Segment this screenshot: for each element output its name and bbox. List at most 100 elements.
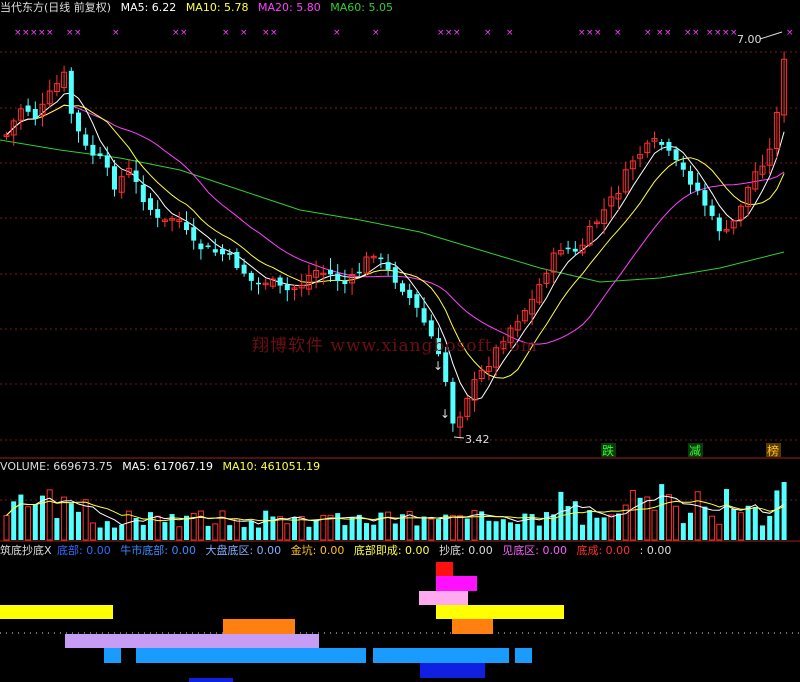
candle <box>593 219 600 229</box>
volume-bar <box>342 525 348 540</box>
volume-bar <box>587 510 593 540</box>
candle <box>363 251 370 276</box>
svg-text:×: × <box>262 28 270 38</box>
volume-bar <box>162 522 168 540</box>
volume-bar <box>515 524 521 540</box>
candle <box>759 154 766 179</box>
volume-bar <box>233 518 240 541</box>
volume-bar <box>745 505 751 540</box>
svg-text:×: × <box>240 28 248 38</box>
svg-text:×: × <box>30 28 38 38</box>
volume-bar <box>176 526 183 541</box>
candle <box>485 356 492 381</box>
candle <box>688 165 693 195</box>
candle <box>579 238 586 256</box>
svg-text:×: × <box>614 28 622 38</box>
volume-bar <box>263 510 269 540</box>
candle <box>112 159 117 197</box>
candle <box>565 240 571 254</box>
candle <box>766 138 773 175</box>
svg-text:×: × <box>594 28 602 38</box>
candle <box>356 262 362 277</box>
candle <box>457 411 464 439</box>
candle <box>328 258 333 282</box>
candle <box>305 264 312 296</box>
svg-text:×: × <box>656 28 664 38</box>
svg-text:×: × <box>586 28 594 38</box>
volume-bar <box>572 501 578 540</box>
candle <box>39 92 46 127</box>
volume-bar <box>104 521 110 540</box>
volume-bar <box>500 519 506 540</box>
candle <box>385 254 391 276</box>
volume-bar <box>54 518 60 540</box>
block-yellow-left <box>0 605 113 619</box>
svg-text:×: × <box>644 28 652 38</box>
candle <box>198 239 204 260</box>
volume-bar <box>673 505 680 541</box>
volume-bar <box>688 512 693 540</box>
volume-bar <box>371 524 377 540</box>
svg-text:×: × <box>714 28 722 38</box>
block-magenta <box>436 576 477 591</box>
svg-text:×: × <box>333 28 341 38</box>
volume-bar <box>46 489 53 541</box>
volume-bar <box>724 489 729 540</box>
volume-bar <box>486 520 492 540</box>
volume-bar <box>616 513 621 540</box>
volume-bar <box>414 525 420 540</box>
volume-bar <box>32 504 38 540</box>
candle <box>414 291 420 318</box>
candle <box>730 218 737 235</box>
svg-text:×: × <box>722 28 730 38</box>
volume-bar <box>112 527 117 540</box>
volume-bar <box>651 509 658 541</box>
candle <box>622 161 629 195</box>
volume-bar <box>306 526 312 540</box>
candle <box>659 139 665 151</box>
volume-bar <box>731 508 737 540</box>
volume-bar <box>659 484 665 540</box>
svg-text:×: × <box>692 28 700 38</box>
volume-bar <box>580 524 585 540</box>
block-blue-4 <box>515 648 532 663</box>
svg-text:×: × <box>506 28 514 38</box>
volume-bar <box>774 490 780 540</box>
block-red <box>436 562 453 576</box>
candle <box>17 104 24 131</box>
svg-text:×: × <box>222 28 230 38</box>
candle <box>637 145 644 168</box>
volume-bar <box>385 511 392 541</box>
candle <box>752 162 759 192</box>
volume-bar <box>781 482 787 540</box>
candle <box>97 146 103 159</box>
candle <box>140 175 146 211</box>
volume-bar <box>119 524 125 540</box>
svg-text:×: × <box>437 28 445 38</box>
svg-text:×: × <box>270 28 278 38</box>
candle <box>155 200 161 228</box>
candle <box>651 131 658 149</box>
block-yellow-right <box>436 605 564 619</box>
candle <box>644 139 651 158</box>
candle <box>212 238 218 256</box>
volume-bar <box>601 517 607 540</box>
volume-bar <box>752 506 758 540</box>
svg-text:×: × <box>180 28 188 38</box>
candle <box>125 158 132 178</box>
candle <box>32 101 38 126</box>
block-pink <box>419 591 468 605</box>
candle <box>176 211 183 229</box>
volume-bar <box>767 515 773 540</box>
candle <box>629 155 636 181</box>
volume-bar <box>76 511 81 540</box>
block-lilac <box>65 634 319 648</box>
volume-bar <box>378 512 384 540</box>
candle <box>46 79 53 108</box>
svg-text:×: × <box>66 28 74 38</box>
volume-bars <box>3 482 787 541</box>
volume-bar <box>493 521 499 540</box>
indicator-blocks <box>0 562 564 682</box>
tag-0: 跌 <box>602 443 614 458</box>
volume-bar <box>197 510 204 541</box>
